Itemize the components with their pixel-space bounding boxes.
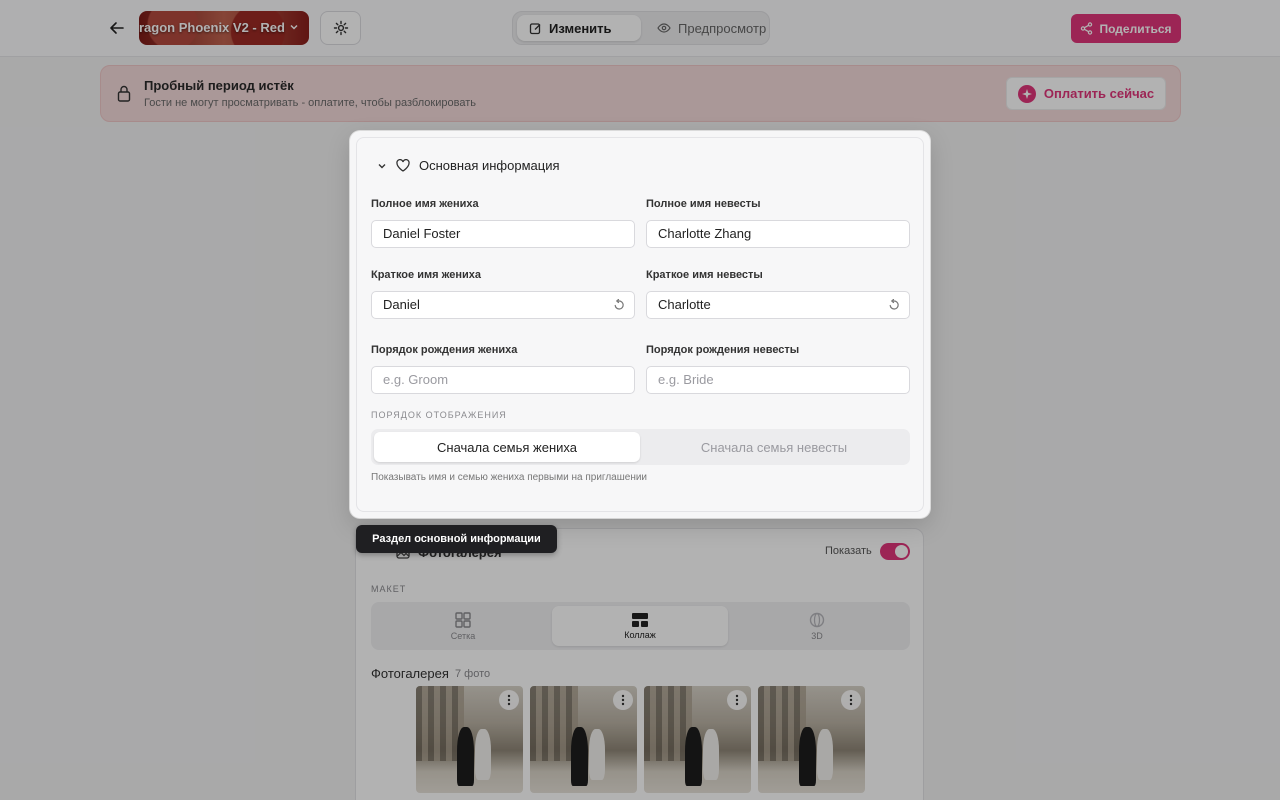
reset-icon[interactable] bbox=[888, 299, 900, 311]
bride-full-name-value: Charlotte Zhang bbox=[658, 226, 752, 241]
option-bride-first[interactable]: Сначала семья невесты bbox=[641, 432, 907, 462]
bride-full-name-label: Полное имя невесты bbox=[646, 198, 761, 210]
tour-spotlight: Основная информация Полное имя жениха Da… bbox=[350, 131, 930, 518]
groom-short-name-input[interactable]: Daniel bbox=[371, 291, 635, 319]
bride-short-name-input[interactable]: Charlotte bbox=[646, 291, 910, 319]
bride-birth-order-input[interactable]: e.g. Bride bbox=[646, 366, 910, 394]
display-order-selector: Сначала семья жениха Сначала семья невес… bbox=[371, 429, 910, 465]
groom-full-name-input[interactable]: Daniel Foster bbox=[371, 220, 635, 248]
groom-full-name-label: Полное имя жениха bbox=[371, 198, 479, 210]
groom-birth-order-placeholder: e.g. Groom bbox=[383, 372, 449, 387]
groom-birth-order-input[interactable]: e.g. Groom bbox=[371, 366, 635, 394]
display-order-hint: Показывать имя и семью жениха первыми на… bbox=[371, 472, 648, 483]
bride-birth-order-placeholder: e.g. Bride bbox=[658, 372, 714, 387]
bride-birth-order-label: Порядок рождения невесты bbox=[646, 344, 800, 356]
basic-info-section: Основная информация Полное имя жениха Da… bbox=[356, 137, 924, 512]
display-order-label: ПОРЯДОК ОТОБРАЖЕНИЯ bbox=[371, 410, 507, 420]
bride-short-name-value: Charlotte bbox=[658, 297, 711, 312]
section-header[interactable]: Основная информация bbox=[377, 158, 560, 173]
bride-short-name-label: Краткое имя невесты bbox=[646, 269, 763, 281]
groom-short-name-value: Daniel bbox=[383, 297, 420, 312]
heart-icon bbox=[396, 159, 410, 172]
groom-birth-order-label: Порядок рождения жениха bbox=[371, 344, 518, 356]
bride-full-name-input[interactable]: Charlotte Zhang bbox=[646, 220, 910, 248]
tour-tooltip: Раздел основной информации bbox=[356, 525, 557, 553]
groom-full-name-value: Daniel Foster bbox=[383, 226, 461, 241]
chevron-down-icon bbox=[378, 163, 386, 168]
reset-icon[interactable] bbox=[613, 299, 625, 311]
option-groom-first[interactable]: Сначала семья жениха bbox=[374, 432, 640, 462]
groom-short-name-label: Краткое имя жениха bbox=[371, 269, 481, 281]
section-title: Основная информация bbox=[419, 158, 560, 173]
